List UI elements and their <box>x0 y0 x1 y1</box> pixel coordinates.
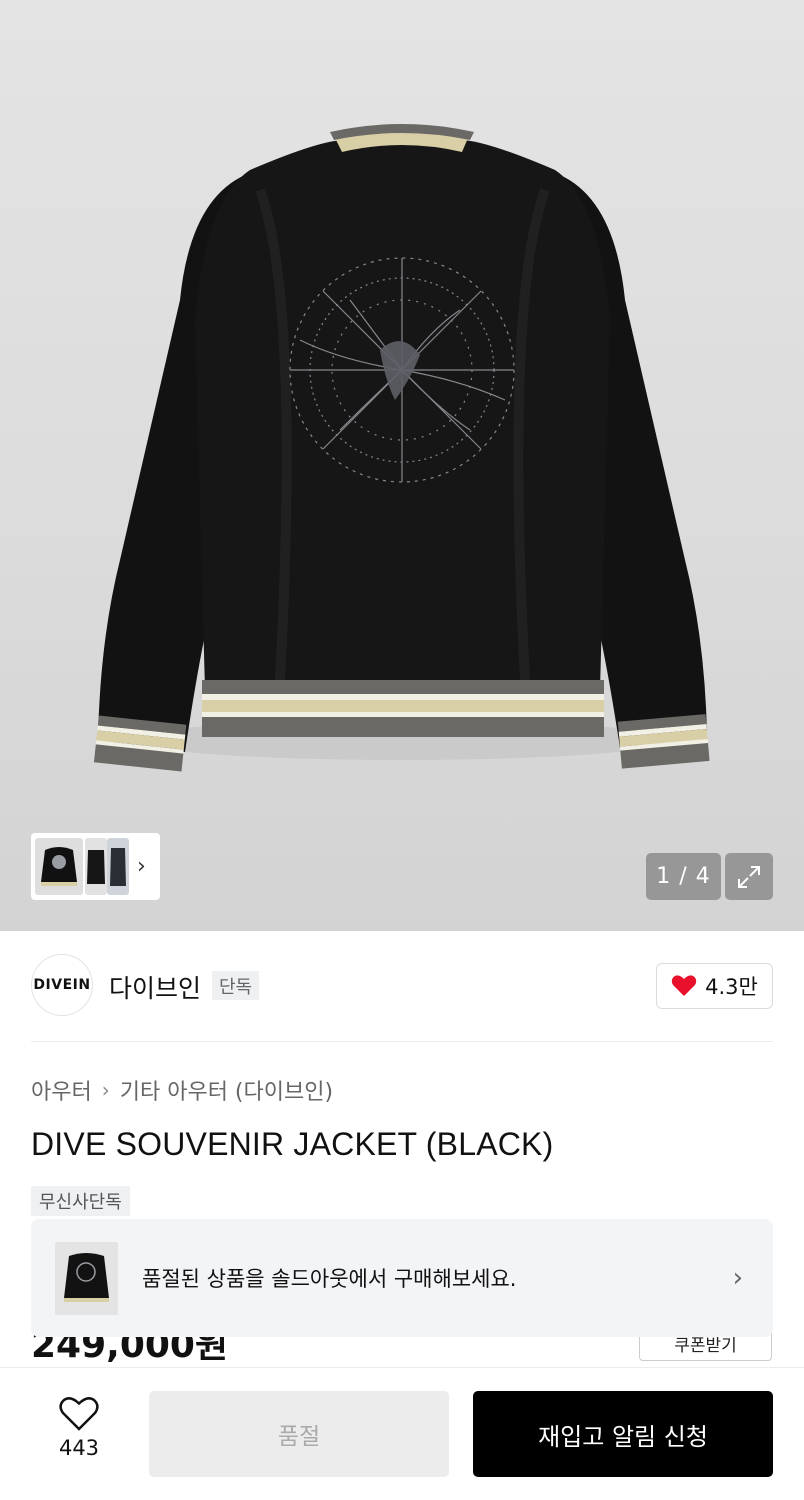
soldout-banner[interactable]: 품절된 상품을 솔드아웃에서 구매해보세요. › <box>31 1219 773 1337</box>
product-title: DIVE SOUVENIR JACKET (BLACK) <box>31 1126 554 1162</box>
exclusive-badge: 무신사단독 <box>31 1186 130 1216</box>
brand-logo[interactable]: DIVEIN <box>31 954 93 1016</box>
product-main-image[interactable] <box>0 0 804 931</box>
chevron-right-icon: › <box>101 1078 110 1102</box>
thumbnail-strip[interactable]: › <box>31 833 160 900</box>
chevron-right-icon: › <box>732 1263 743 1293</box>
soldout-product-thumbnail <box>55 1241 118 1315</box>
heart-filled-icon <box>671 975 697 996</box>
product-image-gallery[interactable]: › 1 / 4 <box>0 0 804 931</box>
image-counter: 1 / 4 <box>646 853 721 900</box>
brand-like-count: 4.3만 <box>705 975 758 999</box>
chevron-right-icon[interactable]: › <box>137 855 146 878</box>
wishlist-button[interactable]: 443 <box>40 1396 118 1476</box>
soldout-button: 품절 <box>149 1391 449 1477</box>
wishlist-count: 443 <box>58 1436 100 1460</box>
restock-alert-button[interactable]: 재입고 알림 신청 <box>473 1391 773 1477</box>
brand-like-button[interactable]: 4.3만 <box>656 963 773 1009</box>
thumbnail-2[interactable] <box>85 838 107 895</box>
divider <box>31 1041 773 1042</box>
expand-icon[interactable] <box>725 853 773 900</box>
brand-name[interactable]: 다이브인 <box>109 969 201 1005</box>
thumbnail-1[interactable] <box>35 838 83 895</box>
breadcrumb-item-outer[interactable]: 아우터 <box>31 1074 92 1106</box>
soldout-banner-text: 품절된 상품을 솔드아웃에서 구매해보세요. <box>142 1267 517 1291</box>
heart-outline-icon <box>59 1397 99 1431</box>
breadcrumb: 아우터 › 기타 아우터 (다이브인) <box>31 1074 333 1106</box>
brand-exclusive-tag: 단독 <box>212 971 260 1000</box>
breadcrumb-item-other-outer[interactable]: 기타 아우터 (다이브인) <box>120 1074 333 1106</box>
thumbnail-3[interactable] <box>107 838 129 895</box>
bottom-action-bar: 443 품절 재입고 알림 신청 <box>0 1367 804 1500</box>
brand-row: DIVEIN 다이브인 단독 4.3만 <box>31 954 773 1018</box>
